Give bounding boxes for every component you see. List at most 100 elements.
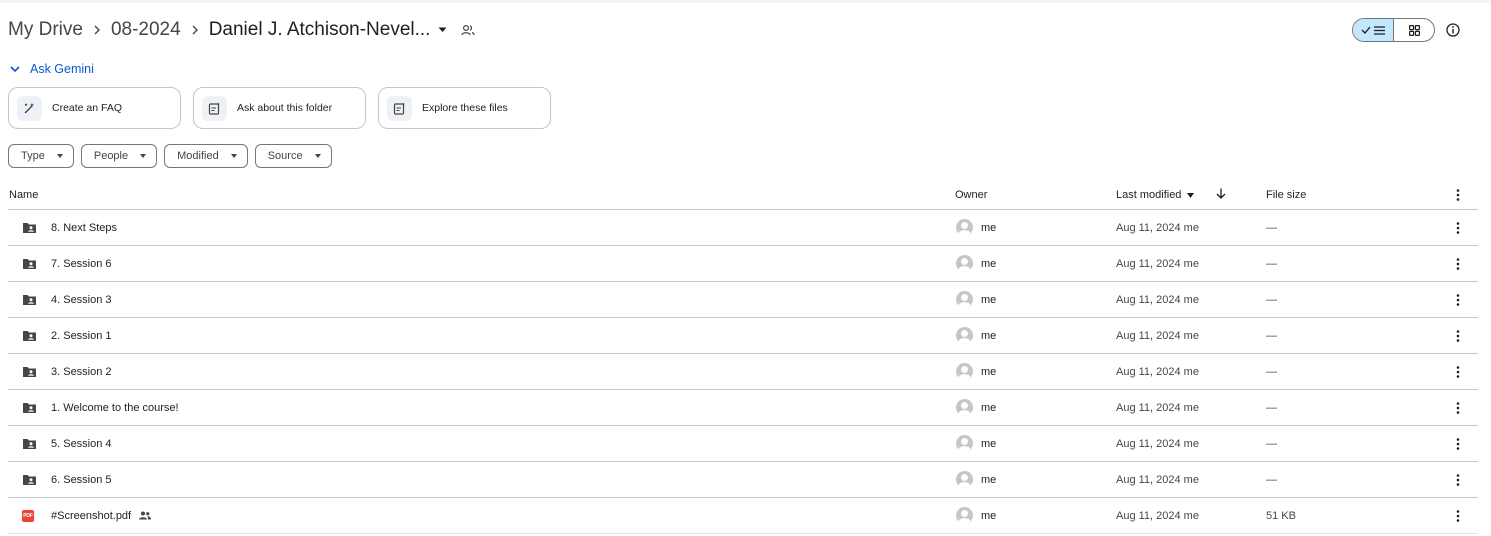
folder-spark-icon [202, 95, 227, 121]
info-button[interactable] [1444, 21, 1462, 39]
filter-label: Modified [177, 150, 219, 162]
more-vert-icon [1456, 473, 1460, 486]
last-modified: Aug 11, 2024 me [1116, 365, 1199, 378]
breadcrumb-parent-folder[interactable]: 08-2024 [111, 19, 181, 41]
avatar [956, 327, 973, 344]
last-modified: Aug 11, 2024 me [1116, 221, 1199, 234]
filter-people[interactable]: People [80, 144, 158, 168]
folder-menu-caret-icon[interactable] [438, 27, 447, 33]
owner: me [956, 282, 996, 317]
table-row[interactable]: 3. Session 2 me Aug 11, 2024 me — [8, 354, 1478, 390]
table-row[interactable]: 1. Welcome to the course! me Aug 11, 202… [8, 390, 1478, 426]
filter-type[interactable]: Type [8, 144, 74, 168]
owner: me [956, 246, 996, 281]
row-more-button[interactable] [1452, 246, 1464, 281]
last-modified: Aug 11, 2024 me [1116, 293, 1199, 306]
shared-folder-icon [22, 426, 37, 461]
avatar [956, 363, 973, 380]
filter-modified[interactable]: Modified [164, 144, 248, 168]
column-name[interactable]: Name [9, 189, 38, 201]
owner-name: me [981, 509, 997, 522]
file-name: 5. Session 4 [51, 437, 112, 450]
ask-about-folder-chip[interactable]: Ask about this folder [193, 87, 366, 129]
table-row[interactable]: 5. Session 4 me Aug 11, 2024 me — [8, 426, 1478, 462]
grid-view-button[interactable] [1394, 19, 1434, 41]
arrow-down-icon [1216, 188, 1226, 199]
file-size: — [1266, 257, 1277, 270]
more-vert-icon [1456, 401, 1460, 414]
table-row[interactable]: 4. Session 3 me Aug 11, 2024 me — [8, 282, 1478, 318]
row-more-button[interactable] [1452, 498, 1464, 533]
avatar [956, 399, 973, 416]
owner-name: me [981, 437, 997, 450]
grid-icon [1408, 24, 1420, 36]
column-options-button[interactable] [1456, 189, 1460, 201]
table-row[interactable]: 8. Next Steps me Aug 11, 2024 me — [8, 210, 1478, 246]
breadcrumb-current-folder[interactable]: Daniel J. Atchison-Nevel... [209, 19, 431, 41]
explore-files-chip[interactable]: Explore these files [378, 87, 551, 129]
row-more-button[interactable] [1452, 354, 1464, 389]
chevron-right-icon [181, 25, 209, 35]
file-name: 8. Next Steps [51, 221, 118, 234]
chip-label: Create an FAQ [52, 102, 123, 114]
table-header: Name Owner Last modified File size [8, 180, 1478, 210]
column-last-modified-label: Last modified [1116, 189, 1182, 201]
caret-down-icon [140, 154, 147, 158]
file-name: 3. Session 2 [51, 365, 112, 378]
file-name: 4. Session 3 [51, 293, 112, 306]
file-name-cell: #Screenshot.pdf [51, 498, 152, 533]
more-vert-icon [1456, 257, 1460, 270]
more-vert-icon [1456, 189, 1460, 201]
row-more-button[interactable] [1452, 426, 1464, 461]
ask-gemini-toggle[interactable]: Ask Gemini [10, 62, 94, 76]
create-faq-chip[interactable]: Create an FAQ [8, 87, 181, 129]
row-more-button[interactable] [1452, 210, 1464, 245]
row-more-button[interactable] [1452, 462, 1464, 497]
caret-down-icon [230, 154, 237, 158]
more-vert-icon [1456, 437, 1460, 450]
row-more-button[interactable] [1452, 282, 1464, 317]
filter-source[interactable]: Source [254, 144, 332, 168]
table-row[interactable]: 7. Session 6 me Aug 11, 2024 me — [8, 246, 1478, 282]
table-row[interactable]: 6. Session 5 me Aug 11, 2024 me — [8, 462, 1478, 498]
last-modified: Aug 11, 2024 me [1116, 473, 1199, 486]
breadcrumb-my-drive[interactable]: My Drive [8, 19, 83, 41]
file-size: — [1266, 329, 1277, 342]
owner-name: me [981, 221, 997, 234]
filter-bar: Type People Modified Source [8, 144, 332, 168]
view-toggle [1352, 18, 1435, 42]
chevron-down-icon [10, 65, 20, 72]
list-view-button[interactable] [1353, 19, 1394, 41]
caret-down-icon [314, 154, 321, 158]
sort-direction-button[interactable] [1216, 188, 1226, 199]
avatar [956, 291, 973, 308]
table-row[interactable]: PDF #Screenshot.pdf me Aug 11, 2024 me 5… [8, 498, 1478, 534]
filter-label: People [93, 150, 129, 162]
row-more-button[interactable] [1452, 390, 1464, 425]
table-row[interactable]: 2. Session 1 me Aug 11, 2024 me — [8, 318, 1478, 354]
file-name: 6. Session 5 [51, 473, 112, 486]
last-modified: Aug 11, 2024 me [1116, 509, 1199, 522]
shared-folder-icon [22, 318, 37, 353]
owner: me [956, 318, 996, 353]
more-vert-icon [1456, 365, 1460, 378]
avatar [956, 507, 973, 524]
more-vert-icon [1456, 293, 1460, 306]
column-owner[interactable]: Owner [955, 189, 987, 201]
chip-label: Ask about this folder [237, 102, 333, 114]
magic-pen-icon [17, 95, 42, 121]
shared-folder-icon [22, 390, 37, 425]
column-file-size[interactable]: File size [1266, 189, 1306, 201]
file-name: #Screenshot.pdf [51, 509, 132, 522]
file-size: — [1266, 473, 1277, 486]
column-last-modified[interactable]: Last modified [1116, 189, 1195, 201]
last-modified: Aug 11, 2024 me [1116, 329, 1199, 342]
ask-gemini-label: Ask Gemini [30, 62, 94, 76]
file-list: 8. Next Steps me Aug 11, 2024 me — 7. Se… [8, 210, 1478, 534]
file-size: 51 KB [1266, 509, 1296, 522]
owner-name: me [981, 401, 997, 414]
owner: me [956, 390, 996, 425]
avatar [956, 471, 973, 488]
row-more-button[interactable] [1452, 318, 1464, 353]
owner-name: me [981, 365, 997, 378]
